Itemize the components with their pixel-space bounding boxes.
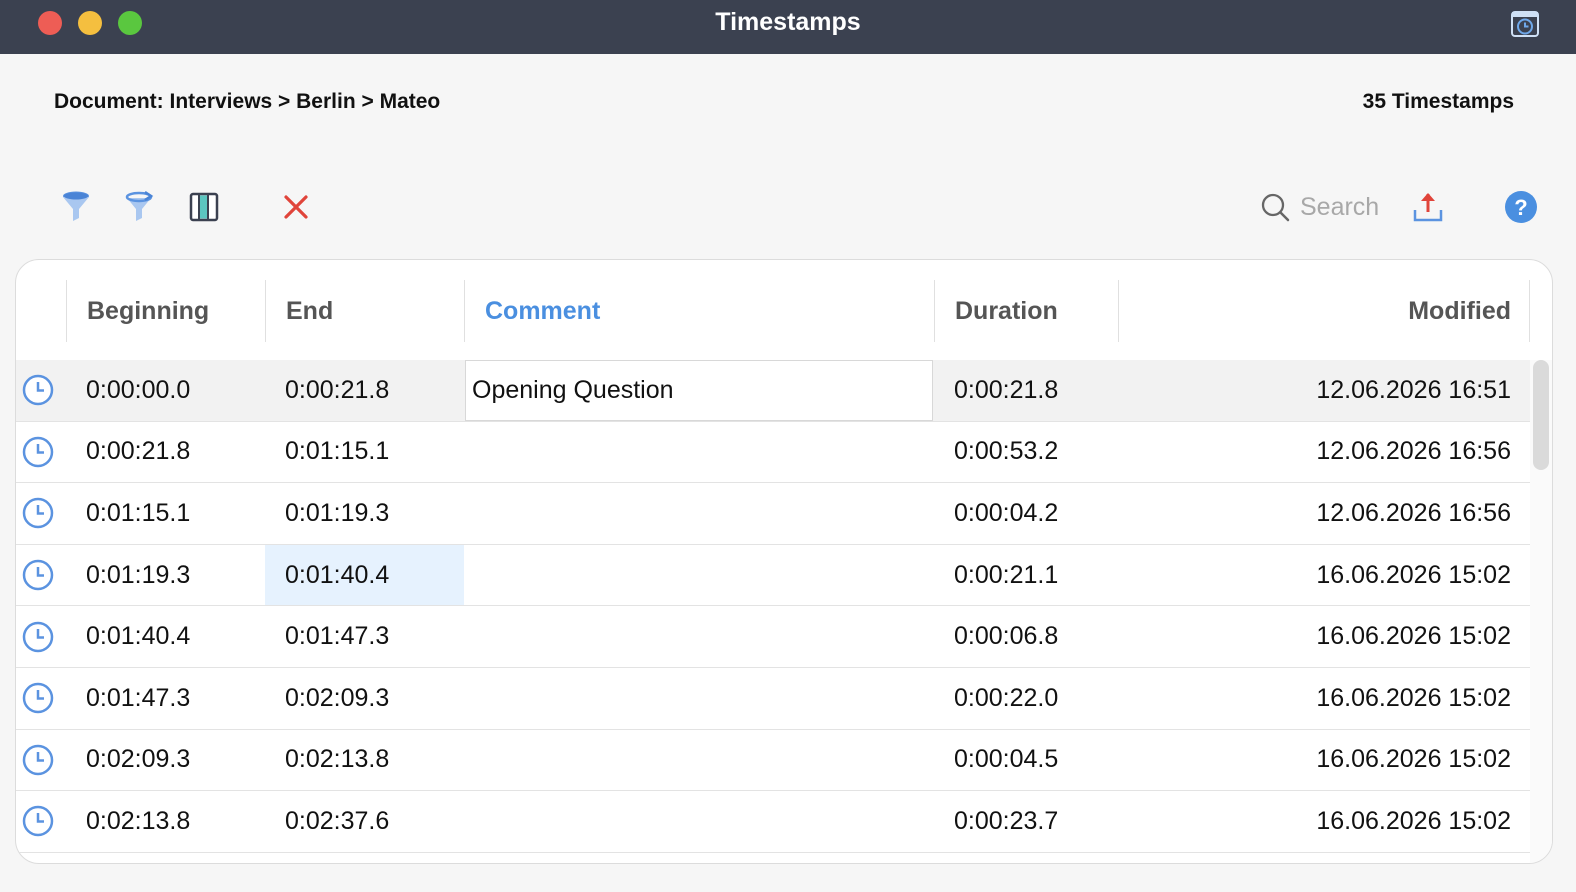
cell-end[interactable]: 0:01:15.1 — [265, 422, 464, 483]
document-path: Document: Interviews > Berlin > Mateo — [54, 90, 441, 113]
cell-duration: 0:00:22.0 — [954, 683, 1059, 712]
cell-comment[interactable]: Opening Question — [465, 360, 933, 421]
clock-window-icon[interactable] — [1510, 9, 1540, 39]
column-header-modified[interactable]: Modified — [1118, 280, 1530, 342]
delete-icon — [284, 195, 308, 219]
cell-end[interactable]: 0:01:47.3 — [265, 606, 464, 667]
cell-end[interactable]: 0:01:40.4 — [265, 544, 464, 606]
cell-comment[interactable] — [465, 730, 933, 791]
reset-filter-button[interactable] — [122, 189, 158, 225]
cell-modified: 16.06.2026 15:02 — [1316, 806, 1511, 835]
table-body: 0:00:00.0 0:00:21.8 Opening Question 0:0… — [16, 360, 1532, 853]
cell-duration: 0:00:04.5 — [954, 745, 1059, 774]
search-input[interactable] — [1300, 190, 1396, 224]
clock-icon[interactable] — [18, 791, 58, 852]
svg-text:?: ? — [1514, 195, 1527, 220]
cell-beginning[interactable]: 0:00:21.8 — [86, 422, 266, 483]
cell-modified: 16.06.2026 15:02 — [1316, 683, 1511, 712]
table-row[interactable]: 0:00:00.0 0:00:21.8 Opening Question 0:0… — [16, 360, 1532, 422]
cell-duration: 0:00:04.2 — [954, 498, 1059, 527]
filter-icon — [63, 191, 89, 221]
cell-modified: 12.06.2026 16:56 — [1316, 437, 1511, 466]
table-row[interactable]: 0:01:19.3 0:01:40.4 0:00:21.1 16.06.2026… — [16, 544, 1532, 607]
cell-beginning[interactable]: 0:01:40.4 — [86, 606, 266, 667]
help-button[interactable]: ? — [1503, 189, 1539, 225]
cell-end[interactable]: 0:01:19.3 — [265, 483, 464, 544]
cell-duration: 0:00:23.7 — [954, 806, 1059, 835]
table-row[interactable]: 0:02:13.8 0:02:37.6 0:00:23.7 16.06.2026… — [16, 791, 1532, 853]
cell-modified: 16.06.2026 15:02 — [1316, 622, 1511, 651]
cell-end[interactable]: 0:02:37.6 — [265, 791, 464, 852]
cell-beginning[interactable]: 0:02:13.8 — [86, 791, 266, 852]
cell-comment[interactable] — [465, 422, 933, 483]
cell-modified: 12.06.2026 16:51 — [1316, 375, 1511, 404]
clock-icon[interactable] — [18, 668, 58, 729]
cell-modified: 12.06.2026 16:56 — [1316, 498, 1511, 527]
column-header-duration[interactable]: Duration — [934, 280, 1119, 342]
search-icon — [1261, 193, 1290, 222]
table-row[interactable]: 0:01:47.3 0:02:09.3 0:00:22.0 16.06.2026… — [16, 668, 1532, 730]
clock-icon[interactable] — [18, 360, 58, 421]
search-field[interactable] — [1258, 188, 1398, 226]
clock-icon[interactable] — [18, 606, 58, 667]
cell-end[interactable]: 0:00:21.8 — [265, 360, 464, 421]
filter-button[interactable] — [58, 189, 94, 225]
cell-duration: 0:00:53.2 — [954, 437, 1059, 466]
delete-button[interactable] — [278, 189, 314, 225]
table-header: Beginning End Comment Duration Modified — [16, 260, 1552, 360]
cell-duration: 0:00:21.8 — [954, 375, 1059, 404]
cell-beginning[interactable]: 0:01:19.3 — [86, 545, 266, 606]
table-row[interactable]: 0:01:15.1 0:01:19.3 0:00:04.2 12.06.2026… — [16, 483, 1532, 545]
cell-comment[interactable] — [465, 791, 933, 852]
export-icon — [1413, 193, 1443, 222]
table-row[interactable]: 0:02:09.3 0:02:13.8 0:00:04.5 16.06.2026… — [16, 730, 1532, 792]
clock-icon[interactable] — [18, 483, 58, 544]
clock-icon[interactable] — [18, 730, 58, 791]
cell-modified: 16.06.2026 15:02 — [1316, 560, 1511, 589]
column-header-comment[interactable]: Comment — [464, 280, 934, 342]
cell-comment[interactable] — [465, 606, 933, 667]
cell-comment[interactable] — [465, 483, 933, 544]
table-row[interactable]: 0:00:21.8 0:01:15.1 0:00:53.2 12.06.2026… — [16, 422, 1532, 484]
cell-duration: 0:00:06.8 — [954, 622, 1059, 651]
window-title: Timestamps — [715, 8, 861, 36]
table-row[interactable]: 0:01:40.4 0:01:47.3 0:00:06.8 16.06.2026… — [16, 606, 1532, 668]
cell-beginning[interactable]: 0:01:47.3 — [86, 668, 266, 729]
column-header-end[interactable]: End — [265, 280, 465, 342]
title-bar: Timestamps — [0, 0, 1576, 54]
cell-beginning[interactable]: 0:01:15.1 — [86, 483, 266, 544]
export-button[interactable] — [1410, 189, 1446, 225]
cell-end[interactable]: 0:02:13.8 — [265, 730, 464, 791]
cell-comment[interactable] — [465, 545, 933, 606]
cell-duration: 0:00:21.1 — [954, 560, 1059, 589]
help-icon: ? — [1505, 191, 1537, 223]
timestamps-table: Beginning End Comment Duration Modified … — [15, 259, 1553, 864]
cell-comment[interactable] — [465, 668, 933, 729]
reset-filter-icon — [125, 190, 154, 221]
clock-icon[interactable] — [18, 545, 58, 606]
cell-beginning[interactable]: 0:02:09.3 — [86, 730, 266, 791]
column-header-beginning[interactable]: Beginning — [66, 280, 266, 342]
scrollbar-thumb[interactable] — [1533, 360, 1549, 470]
clock-icon[interactable] — [18, 422, 58, 483]
columns-button[interactable] — [186, 189, 222, 225]
columns-icon — [189, 192, 219, 222]
vertical-scrollbar[interactable] — [1530, 360, 1552, 863]
cell-beginning[interactable]: 0:00:00.0 — [86, 360, 266, 421]
cell-modified: 16.06.2026 15:02 — [1316, 745, 1511, 774]
timestamp-count: 35 Timestamps — [1362, 90, 1514, 113]
cell-end[interactable]: 0:02:09.3 — [265, 668, 464, 729]
